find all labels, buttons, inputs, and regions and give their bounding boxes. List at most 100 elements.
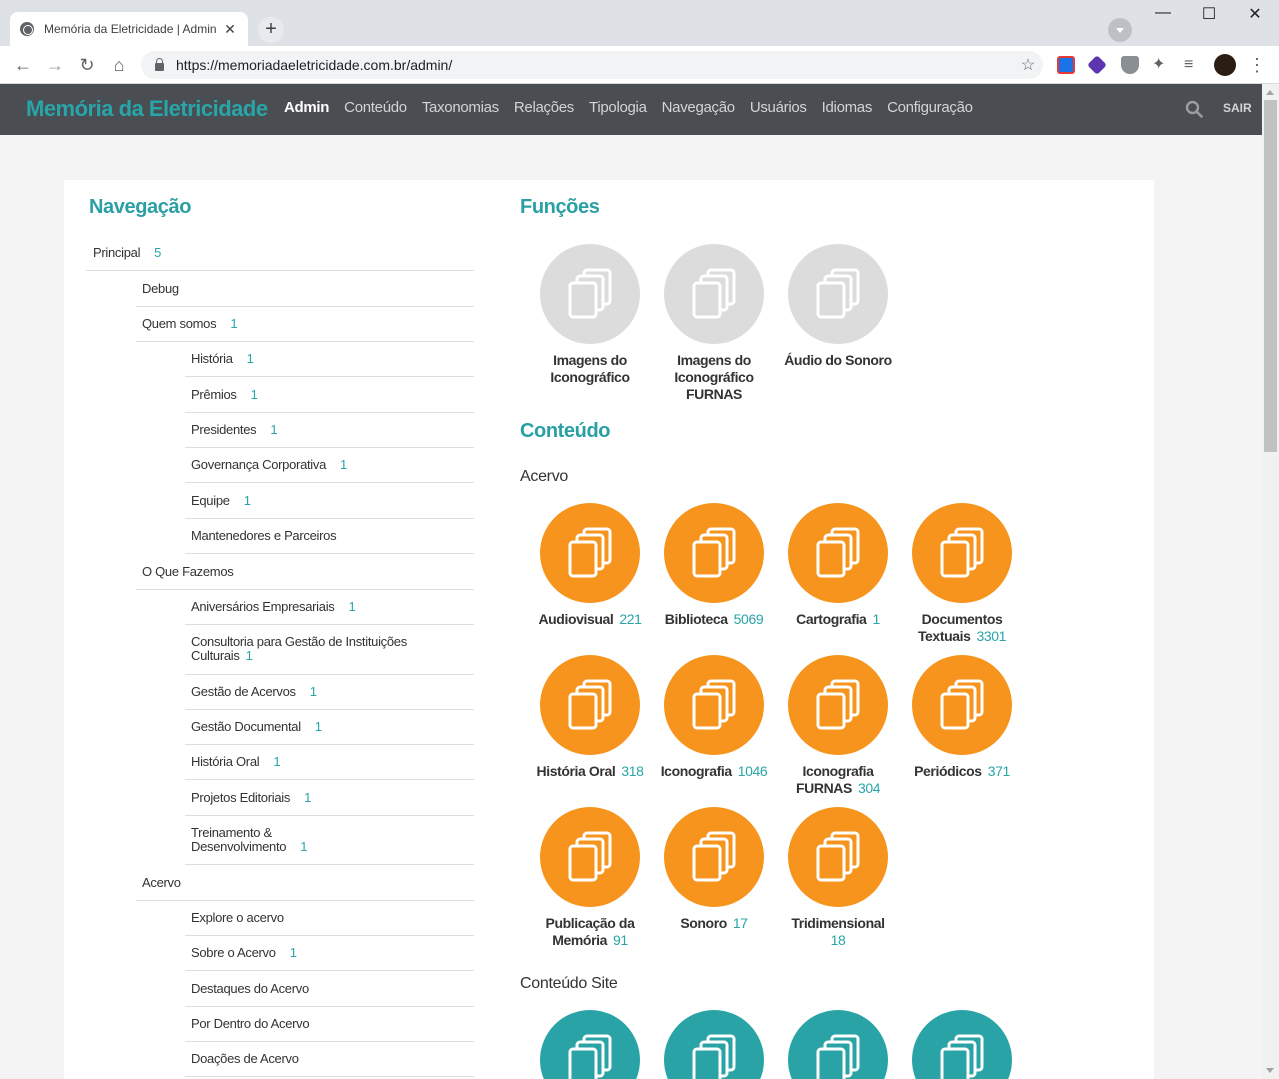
- documents-icon: [540, 807, 640, 907]
- scrollbar-thumb[interactable]: [1264, 100, 1277, 452]
- nav-tree-item[interactable]: Gestão Documental 1: [185, 720, 474, 745]
- site-logo[interactable]: Memória da Eletricidade: [26, 96, 268, 122]
- new-tab-button[interactable]: +: [258, 17, 284, 43]
- funcoes-heading: Funções: [520, 196, 600, 218]
- nav-taxonomias[interactable]: Taxonomias: [422, 99, 499, 116]
- nav-tree-item[interactable]: Presidentes 1: [185, 423, 474, 448]
- acervo-tile[interactable]: Sonoro 17: [652, 807, 776, 932]
- acervo-tile[interactable]: Tridimensional 18: [776, 807, 900, 949]
- extension-icon[interactable]: [1087, 55, 1107, 75]
- acervo-tile[interactable]: Audiovisual 221: [528, 503, 652, 628]
- acervo-label: Biblioteca: [664, 611, 728, 627]
- scroll-down-icon[interactable]: [1266, 1068, 1274, 1073]
- scroll-up-icon[interactable]: [1266, 90, 1274, 95]
- nav-tree-item[interactable]: Por Dentro do Acervo: [185, 1017, 474, 1042]
- nav-admin[interactable]: Admin: [284, 99, 329, 116]
- nav-tree-item[interactable]: Consultoria para Gestão de Instituições …: [185, 635, 474, 675]
- nav-tree-item[interactable]: Sobre o Acervo 1: [185, 946, 474, 971]
- browser-tab[interactable]: Memória da Eletricidade | Admin ✕: [10, 12, 248, 46]
- nav-tree-item[interactable]: Doações de Acervo: [185, 1052, 474, 1077]
- funcao-tile[interactable]: Imagens do Iconográfico: [528, 244, 652, 386]
- site-content-tile[interactable]: [652, 1010, 776, 1079]
- nav-tree-item[interactable]: Quem somos 1: [136, 317, 474, 342]
- nav-tree-item[interactable]: Governança Corporativa 1: [185, 458, 474, 483]
- acervo-tile[interactable]: Periódicos 371: [900, 655, 1024, 780]
- conteudo-heading: Conteúdo: [520, 420, 611, 442]
- logout-button[interactable]: SAIR: [1223, 101, 1252, 115]
- documents-icon: [664, 244, 764, 344]
- forward-button[interactable]: →: [44, 54, 66, 76]
- nav-tree-item[interactable]: Explore o acervo: [185, 911, 474, 936]
- acervo-label: Tridimensional: [791, 915, 885, 931]
- nav-tree-item[interactable]: Prêmios 1: [185, 388, 474, 413]
- search-icon[interactable]: [1185, 100, 1203, 118]
- site-content-tile[interactable]: [900, 1010, 1024, 1079]
- tab-close-icon[interactable]: ✕: [222, 21, 238, 38]
- nav-tree-item[interactable]: O Que Fazemos: [136, 565, 474, 590]
- maximize-button[interactable]: ☐: [1186, 4, 1232, 24]
- minimize-button[interactable]: —: [1140, 4, 1186, 22]
- main-nav: Admin Conteúdo Taxonomias Relações Tipol…: [284, 99, 988, 116]
- nav-usuarios[interactable]: Usuários: [750, 99, 807, 116]
- nav-configuracao[interactable]: Configuração: [887, 99, 973, 116]
- puzzle-icon[interactable]: ✦: [1152, 56, 1170, 74]
- acervo-tile[interactable]: Iconografia 1046: [652, 655, 776, 780]
- acervo-heading: Acervo: [520, 468, 568, 485]
- funcao-tile[interactable]: Imagens do Iconográfico FURNAS: [652, 244, 776, 403]
- acervo-count: 221: [619, 611, 642, 627]
- tab-search-icon[interactable]: [1108, 18, 1132, 42]
- acervo-count: 5069: [733, 611, 764, 627]
- documents-icon: [664, 503, 764, 603]
- acervo-label: Audiovisual: [538, 611, 614, 627]
- chrome-menu-icon[interactable]: ⋮: [1246, 54, 1268, 76]
- nav-navegacao[interactable]: Navegação: [662, 99, 735, 116]
- funcao-label: Imagens do Iconográfico FURNAS: [674, 352, 754, 402]
- acervo-tile[interactable]: Cartografia 1: [776, 503, 900, 628]
- acervo-label: Sonoro: [680, 915, 727, 931]
- nav-tree-item[interactable]: História Oral 1: [185, 755, 474, 780]
- acervo-count: 18: [830, 932, 846, 948]
- nav-tree-item[interactable]: Aniversários Empresariais 1: [185, 600, 474, 625]
- ublock-icon[interactable]: [1121, 56, 1139, 74]
- reload-button[interactable]: ↻: [76, 54, 98, 76]
- acervo-tile[interactable]: Biblioteca 5069: [652, 503, 776, 628]
- extension-icon[interactable]: [1057, 56, 1075, 74]
- nav-tree-item[interactable]: Projetos Editoriais 1: [185, 791, 474, 816]
- nav-tree-item[interactable]: Mantenedores e Parceiros: [185, 529, 474, 554]
- acervo-tile[interactable]: Iconografia FURNAS 304: [776, 655, 900, 797]
- nav-tree-item[interactable]: Treinamento & Desenvolvimento 1: [185, 826, 474, 865]
- media-control-icon[interactable]: ≡: [1184, 56, 1202, 74]
- nav-tipologia[interactable]: Tipologia: [589, 99, 647, 116]
- nav-idiomas[interactable]: Idiomas: [822, 99, 873, 116]
- avatar[interactable]: [1214, 54, 1236, 76]
- lock-icon: [155, 58, 164, 71]
- home-button[interactable]: ⌂: [108, 54, 130, 76]
- acervo-tile[interactable]: Publicação da Memória 91: [528, 807, 652, 949]
- address-bar[interactable]: https://memoriadaeletricidade.com.br/adm…: [141, 51, 1043, 79]
- bookmark-star-icon[interactable]: ☆: [1013, 55, 1043, 75]
- nav-relacoes[interactable]: Relações: [514, 99, 574, 116]
- acervo-tile[interactable]: História Oral 318: [528, 655, 652, 780]
- acervo-count: 371: [987, 763, 1011, 779]
- site-content-tile[interactable]: [528, 1010, 652, 1079]
- nav-tree-item[interactable]: Acervo: [136, 876, 474, 901]
- site-content-tile[interactable]: [776, 1010, 900, 1079]
- funcao-tile[interactable]: Áudio do Sonoro: [776, 244, 900, 369]
- nav-tree-item[interactable]: Principal 5: [86, 246, 474, 271]
- back-button[interactable]: ←: [12, 54, 34, 76]
- nav-tree-item[interactable]: Gestão de Acervos 1: [185, 685, 474, 710]
- window-close-button[interactable]: ✕: [1232, 4, 1278, 24]
- acervo-label: Periódicos: [914, 763, 982, 779]
- scrollbar[interactable]: [1262, 84, 1279, 1079]
- nav-tree-item[interactable]: Destaques do Acervo: [185, 982, 474, 1007]
- tab-title: Memória da Eletricidade | Admin: [44, 22, 217, 36]
- acervo-tile[interactable]: Documentos Textuais 3301: [900, 503, 1024, 645]
- nav-conteudo[interactable]: Conteúdo: [344, 99, 407, 116]
- nav-tree-item[interactable]: Equipe 1: [185, 494, 474, 519]
- documents-icon: [540, 655, 640, 755]
- documents-icon: [540, 1010, 640, 1079]
- nav-tree-item[interactable]: Debug: [136, 282, 474, 307]
- documents-icon: [540, 503, 640, 603]
- acervo-count: 17: [732, 915, 748, 931]
- nav-tree-item[interactable]: História 1: [185, 352, 474, 377]
